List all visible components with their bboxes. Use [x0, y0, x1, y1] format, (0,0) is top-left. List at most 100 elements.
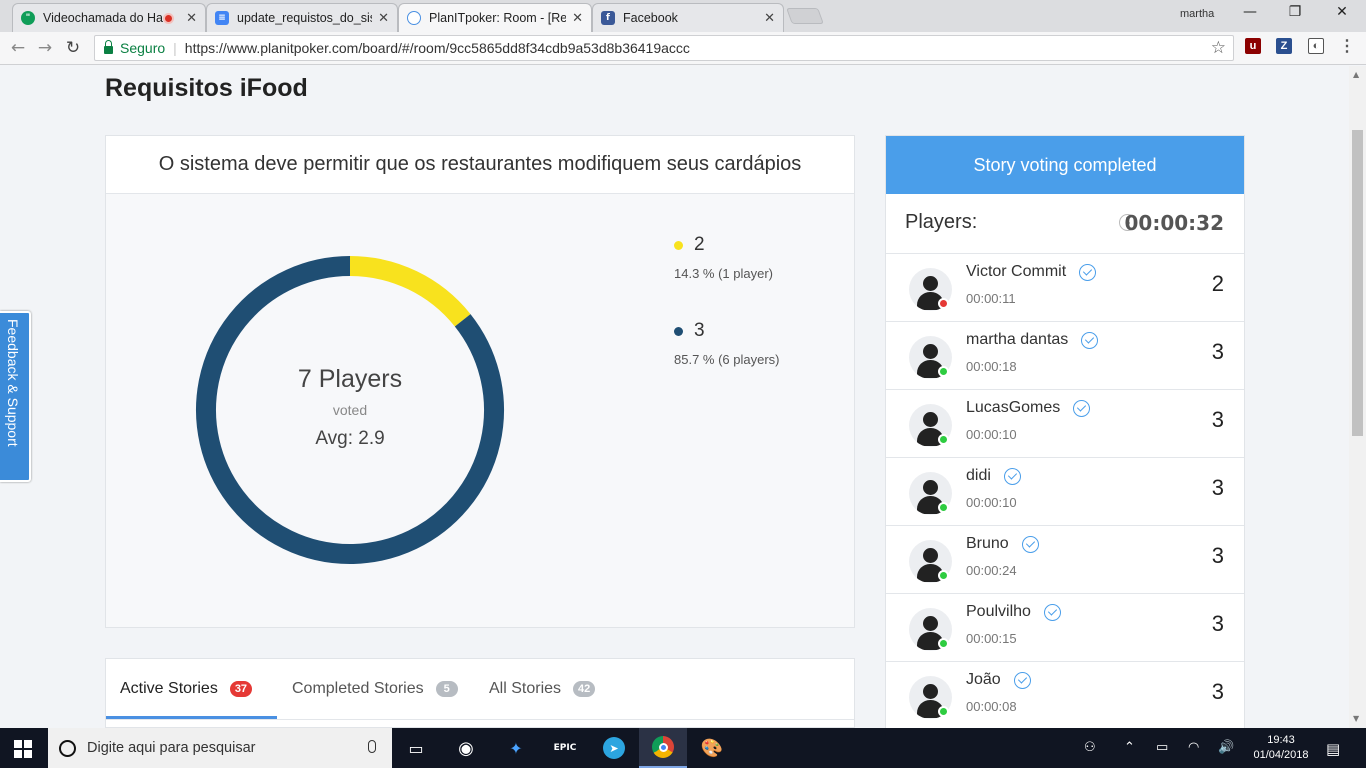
- close-tab-icon[interactable]: ✕: [186, 11, 197, 26]
- count-badge: 42: [573, 681, 596, 697]
- windows-taskbar: Digite aqui para pesquisar ▭ ◉ ✦ EPIC ➤ …: [0, 728, 1366, 768]
- player-name-row: didi: [966, 467, 1021, 485]
- browser-tab-docs[interactable]: ≡ update_requistos_do_sist ✕: [206, 3, 398, 32]
- new-tab-button[interactable]: [786, 8, 824, 24]
- voted-check-icon: [1013, 671, 1031, 689]
- profile-name[interactable]: martha: [1180, 8, 1214, 20]
- planitpoker-icon: [407, 11, 421, 25]
- tab-all-stories[interactable]: All Stories 42: [489, 659, 596, 719]
- player-name-row: LucasGomes: [966, 399, 1091, 417]
- page-scrollbar[interactable]: ▲ ▼: [1349, 66, 1366, 728]
- close-tab-icon[interactable]: ✕: [572, 11, 583, 26]
- close-tab-icon[interactable]: ✕: [378, 11, 389, 26]
- restore-icon[interactable]: ❐: [1285, 4, 1305, 20]
- scroll-up-icon[interactable]: ▲: [1353, 70, 1359, 79]
- browser-tab-hangouts[interactable]: " Videochamada do Ha ✕: [12, 3, 206, 32]
- player-vote: 3: [1211, 407, 1224, 432]
- online-status-icon: [938, 570, 949, 581]
- donut-slice-2: [349, 256, 471, 327]
- chrome-taskbar-icon[interactable]: [639, 728, 687, 768]
- tab-label: All Stories: [489, 680, 562, 697]
- player-name-row: João: [966, 671, 1031, 689]
- legend-detail: 85.7 % (6 players): [674, 352, 780, 367]
- address-bar[interactable]: Seguro | https://www.planitpoker.com/boa…: [94, 35, 1234, 61]
- back-icon[interactable]: ←: [8, 38, 28, 58]
- scroll-down-icon[interactable]: ▼: [1353, 714, 1359, 723]
- volume-icon[interactable]: 🔊: [1218, 740, 1234, 755]
- browser-tab-facebook[interactable]: f Facebook ✕: [592, 3, 784, 32]
- player-vote-time: 00:00:10: [966, 427, 1017, 442]
- voted-check-icon: [1079, 263, 1097, 281]
- count-badge: 5: [435, 681, 458, 697]
- voted-check-icon: [1073, 399, 1091, 417]
- task-view-icon[interactable]: ▭: [392, 728, 440, 768]
- close-tab-icon[interactable]: ✕: [764, 11, 775, 26]
- extension-icon[interactable]: ◐: [1308, 38, 1324, 54]
- online-status-icon: [938, 366, 949, 377]
- player-row: Victor Commit 00:00:11 2: [886, 254, 1244, 322]
- battery-icon[interactable]: ▭: [1156, 740, 1168, 755]
- player-row: Poulvilho 00:00:15 3: [886, 594, 1244, 662]
- forward-icon[interactable]: →: [35, 38, 55, 58]
- page-title: Requisitos iFood: [105, 74, 308, 102]
- telegram-icon[interactable]: ➤: [590, 728, 638, 768]
- feedback-support-button[interactable]: Feedback & Support: [0, 311, 31, 482]
- clock-time: 19:43: [1267, 734, 1295, 746]
- minimize-icon[interactable]: —: [1240, 4, 1260, 20]
- players-label: Players:: [905, 211, 978, 233]
- wifi-icon[interactable]: ◠: [1188, 740, 1199, 755]
- scrollbar-thumb[interactable]: [1352, 130, 1363, 436]
- ublock-icon[interactable]: u: [1245, 38, 1261, 54]
- browser-tab-planitpoker[interactable]: PlanITpoker: Room - [Re ✕: [398, 3, 592, 32]
- legend-label: 3: [694, 320, 705, 341]
- cortana-icon: [59, 739, 76, 757]
- player-name: João: [966, 671, 1001, 688]
- battle-net-icon[interactable]: ✦: [492, 728, 540, 768]
- player-list: Victor Commit 00:00:11 2 martha dantas 00:00…: [886, 254, 1244, 730]
- player-name-row: martha dantas: [966, 331, 1099, 349]
- player-name: Victor Commit: [966, 263, 1067, 280]
- tab-title: update_requistos_do_sist: [237, 11, 373, 25]
- microphone-icon[interactable]: [368, 740, 376, 753]
- security-label: Seguro: [120, 40, 166, 56]
- player-row: martha dantas 00:00:18 3: [886, 322, 1244, 390]
- chrome-menu-icon[interactable]: ⋮: [1339, 38, 1355, 55]
- legend-item-2: 2 14.3 % (1 player): [674, 234, 773, 281]
- player-vote: 3: [1211, 543, 1224, 568]
- vote-chart-area: 7 Players voted Avg: 2.9 2 14.3 % (1 pla…: [106, 194, 854, 627]
- player-vote: 3: [1211, 679, 1224, 704]
- player-name-row: Bruno: [966, 535, 1039, 553]
- tab-title: PlanITpoker: Room - [Re: [429, 11, 567, 25]
- player-name-row: Poulvilho: [966, 603, 1061, 621]
- voting-panel: Story voting completed Players: 00:00:32…: [885, 135, 1245, 735]
- average-vote: Avg: 2.9: [315, 428, 385, 449]
- close-window-icon[interactable]: ✕: [1332, 4, 1352, 20]
- taskbar-search[interactable]: Digite aqui para pesquisar: [48, 728, 392, 768]
- steam-icon[interactable]: ◉: [442, 728, 490, 768]
- reload-icon[interactable]: ↻: [63, 38, 83, 58]
- epic-games-icon[interactable]: EPIC: [541, 728, 589, 768]
- story-title: O sistema deve permitir que os restauran…: [106, 136, 854, 194]
- player-vote-time: 00:00:15: [966, 631, 1017, 646]
- players-header: Players: 00:00:32: [886, 194, 1244, 254]
- bookmark-star-icon[interactable]: ☆: [1211, 38, 1226, 58]
- player-vote-time: 00:00:10: [966, 495, 1017, 510]
- tab-active-stories[interactable]: Active Stories 37: [120, 659, 253, 719]
- player-name: martha dantas: [966, 331, 1069, 348]
- show-hidden-icons[interactable]: ⌃: [1124, 740, 1135, 755]
- player-row: Bruno 00:00:24 3: [886, 526, 1244, 594]
- separator: |: [173, 40, 177, 56]
- player-vote-time: 00:00:18: [966, 359, 1017, 374]
- facebook-icon: f: [601, 11, 615, 25]
- people-icon[interactable]: ⚇: [1084, 740, 1096, 755]
- system-clock[interactable]: 19:43 01/04/2018: [1250, 733, 1312, 763]
- tab-completed-stories[interactable]: Completed Stories 5: [292, 659, 458, 719]
- zotero-icon[interactable]: Z: [1276, 38, 1292, 54]
- url-text[interactable]: https://www.planitpoker.com/board/#/room…: [185, 40, 690, 56]
- divider: [106, 719, 854, 720]
- paint-icon[interactable]: 🎨: [688, 728, 736, 768]
- windows-start-icon[interactable]: [14, 740, 32, 758]
- clock-date: 01/04/2018: [1253, 749, 1309, 761]
- voted-check-icon: [1021, 535, 1039, 553]
- action-center-icon[interactable]: ▤: [1326, 740, 1340, 758]
